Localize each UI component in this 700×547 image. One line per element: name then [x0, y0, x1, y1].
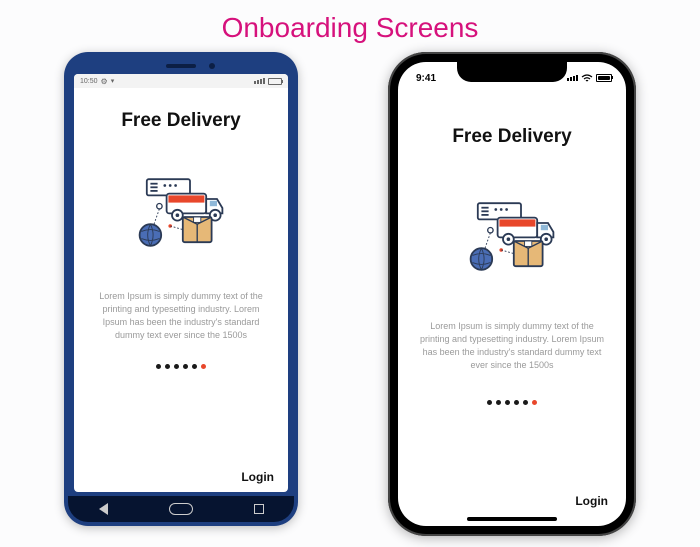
page-dot[interactable] — [514, 400, 519, 405]
android-nav-bar — [68, 496, 294, 522]
login-button[interactable]: Login — [575, 494, 608, 508]
wifi-icon — [581, 74, 593, 83]
onboarding-description: Lorem Ipsum is simply dummy text of the … — [90, 290, 272, 342]
gear-icon: ⚙ — [101, 77, 108, 86]
page-indicator[interactable] — [156, 364, 206, 369]
android-bezel-top — [74, 62, 288, 74]
page-dot[interactable] — [156, 364, 161, 369]
onboarding-content: Free Delivery — [74, 88, 288, 492]
home-indicator-icon[interactable] — [467, 517, 557, 521]
page-dot-active[interactable] — [201, 364, 206, 369]
delivery-illustration-icon — [457, 196, 567, 286]
page-dot[interactable] — [505, 400, 510, 405]
nav-home-icon[interactable] — [169, 503, 193, 515]
onboarding-heading: Free Delivery — [452, 126, 571, 148]
nav-recents-icon[interactable] — [254, 504, 264, 514]
signal-icon — [567, 75, 578, 81]
android-status-bar: 10:50 ⚙ ▾ — [74, 74, 288, 88]
dropdown-icon: ▾ — [111, 77, 115, 85]
android-screen: 10:50 ⚙ ▾ Free Delivery — [74, 74, 288, 492]
page-dot[interactable] — [487, 400, 492, 405]
onboarding-description: Lorem Ipsum is simply dummy text of the … — [414, 320, 610, 372]
page-indicator[interactable] — [487, 400, 537, 405]
page-dot-active[interactable] — [532, 400, 537, 405]
signal-icon — [254, 78, 265, 84]
battery-icon — [596, 74, 612, 82]
nav-back-icon[interactable] — [99, 503, 108, 515]
onboarding-heading: Free Delivery — [121, 110, 240, 132]
onboarding-content: Free Delivery — [398, 88, 626, 526]
page-dot[interactable] — [183, 364, 188, 369]
page-dot[interactable] — [192, 364, 197, 369]
login-button[interactable]: Login — [241, 470, 274, 484]
speaker-icon — [166, 64, 196, 68]
android-phone-frame: 10:50 ⚙ ▾ Free Delivery — [64, 52, 298, 526]
notch-icon — [457, 62, 567, 82]
delivery-illustration-icon — [126, 172, 236, 262]
page-dot[interactable] — [174, 364, 179, 369]
page-dot[interactable] — [523, 400, 528, 405]
page-dot[interactable] — [496, 400, 501, 405]
camera-icon — [209, 63, 215, 69]
page-title: Onboarding Screens — [0, 0, 700, 44]
status-time: 9:41 — [416, 73, 436, 84]
iphone-screen: 9:41 Free Delivery — [398, 62, 626, 526]
iphone-frame: 9:41 Free Delivery — [388, 52, 636, 536]
battery-icon — [268, 78, 282, 85]
status-time: 10:50 — [80, 78, 98, 85]
page-dot[interactable] — [165, 364, 170, 369]
